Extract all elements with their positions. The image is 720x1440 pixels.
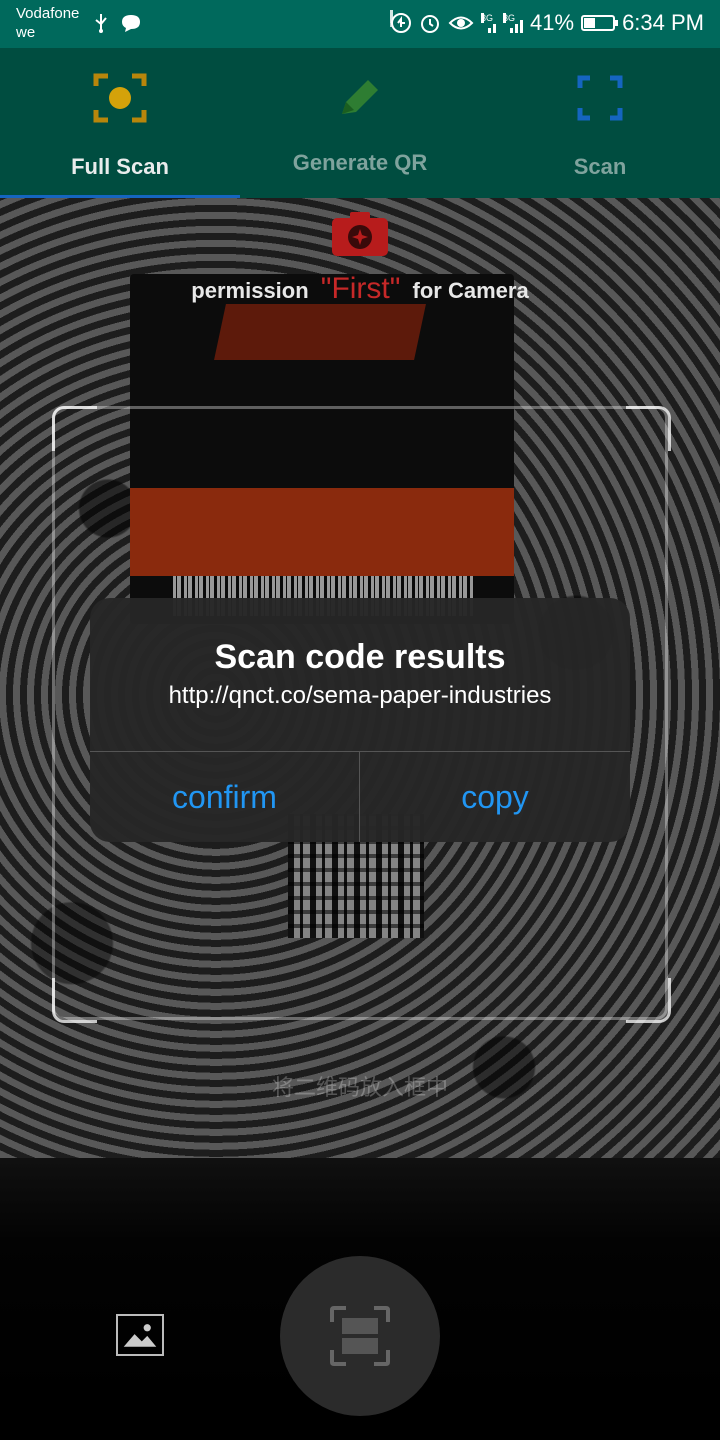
- tab-scan[interactable]: Scan: [480, 48, 720, 198]
- network-type-2: 3G: [503, 13, 516, 23]
- signal-3g-icon: 3G: [390, 10, 497, 33]
- scan-result-dialog: Scan code results http://qnct.co/sema-pa…: [90, 598, 630, 842]
- signal-3g-icon-2: 3G: [390, 10, 524, 33]
- permission-suffix: for Camera: [412, 278, 529, 303]
- scan-corner-top-right: [626, 406, 671, 451]
- permission-highlight: "First": [320, 272, 401, 305]
- gallery-icon[interactable]: [116, 1314, 164, 1356]
- eye-comfort-icon: [448, 16, 474, 30]
- tab-label: Full Scan: [71, 154, 169, 179]
- scan-corner-bottom-left: [52, 978, 97, 1023]
- scan-corner-bottom-right: [626, 978, 671, 1023]
- tab-generate-qr[interactable]: Generate QR: [240, 48, 480, 198]
- battery-percent: 41%: [530, 10, 575, 35]
- carrier-name: Vodafone: [16, 5, 80, 22]
- tab-label: Scan: [573, 154, 627, 179]
- tab-full-scan[interactable]: Full Scan: [0, 48, 240, 198]
- dialog-title: Scan code results: [214, 638, 506, 676]
- tab-label: Generate QR: [292, 150, 428, 175]
- scan-frame-icon: [577, 75, 623, 121]
- scan-shutter-button[interactable]: [280, 1256, 440, 1416]
- chat-icon: [122, 15, 140, 32]
- confirm-button[interactable]: confirm: [90, 752, 360, 842]
- pencil-icon: [342, 80, 378, 114]
- usb-icon: [95, 14, 107, 33]
- focus-camera-icon: [93, 73, 147, 123]
- camera-icon: [332, 212, 388, 256]
- carrier-sub: we: [16, 24, 36, 41]
- battery-icon: [581, 15, 619, 31]
- status-bar: Vodafone we 3G 3G 41% 6:34 PM: [0, 0, 720, 48]
- scan-shutter-icon: [330, 1306, 390, 1366]
- data-saver-icon: [391, 13, 412, 33]
- camera-permission-text: permission "First" for Camera: [0, 272, 720, 306]
- alarm-icon: [421, 15, 440, 33]
- tab-bar: Full Scan Generate QR Scan: [0, 48, 720, 198]
- dialog-message: http://qnct.co/sema-paper-industries: [168, 682, 552, 709]
- scan-corner-top-left: [52, 406, 97, 451]
- carrier-label: Vodafone we: [16, 4, 79, 42]
- permission-prefix: permission: [191, 278, 309, 303]
- network-type-1: 3G: [481, 13, 494, 23]
- clock: 6:34 PM: [622, 10, 704, 35]
- scan-hint: 将二维码放入框中: [271, 1075, 448, 1100]
- copy-button[interactable]: copy: [360, 752, 630, 842]
